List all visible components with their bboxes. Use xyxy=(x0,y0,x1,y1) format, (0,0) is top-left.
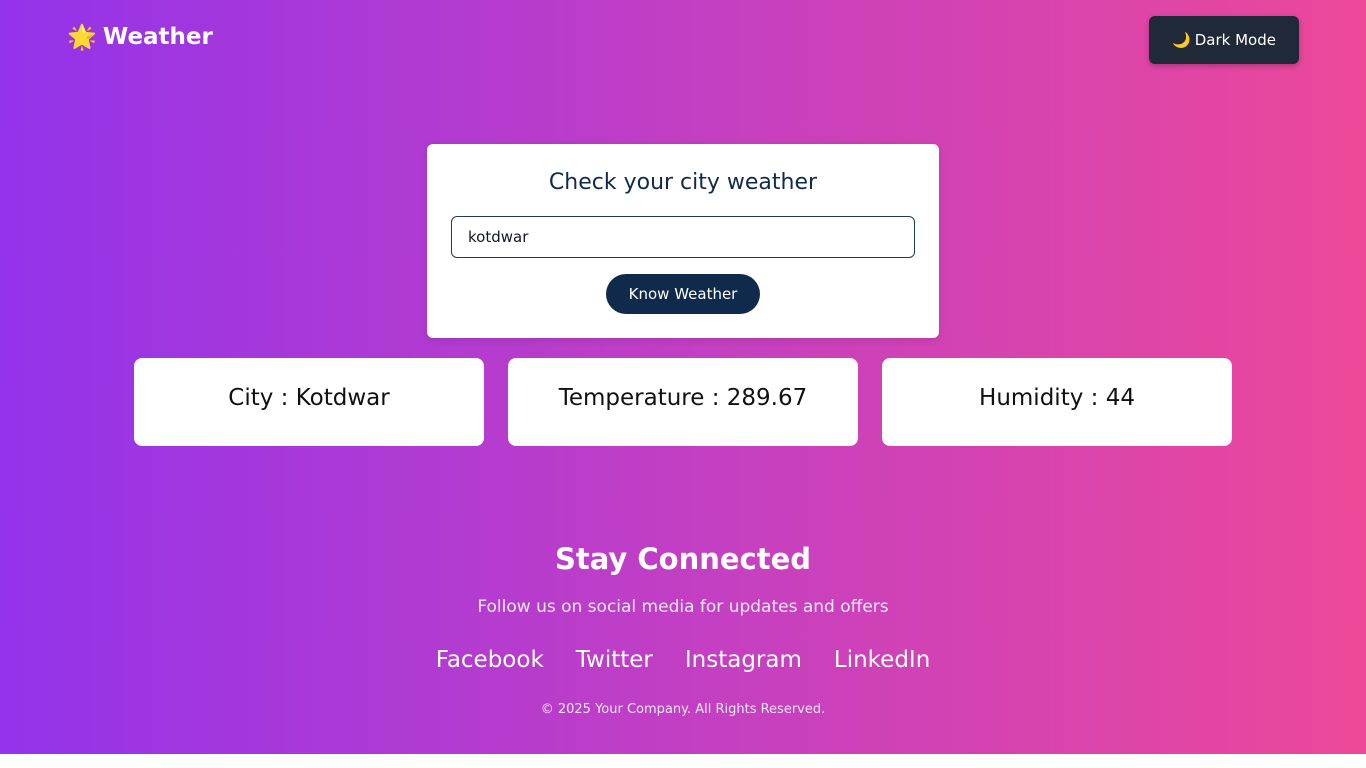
page-background: 🌟 Weather 🌙 Dark Mode Check your city we… xyxy=(0,0,1366,754)
brand-title: Weather xyxy=(102,24,213,50)
twitter-link[interactable]: Twitter xyxy=(576,647,653,673)
city-card: City : Kotdwar xyxy=(134,358,484,446)
moon-icon: 🌙 xyxy=(1172,31,1191,49)
search-card: Check your city weather Know Weather xyxy=(427,144,939,338)
linkedin-link[interactable]: LinkedIn xyxy=(834,647,930,673)
footer-subtitle: Follow us on social media for updates an… xyxy=(477,597,889,617)
footer-title: Stay Connected xyxy=(554,542,812,576)
dark-mode-label: Dark Mode xyxy=(1194,31,1276,49)
dark-mode-button[interactable]: 🌙 Dark Mode xyxy=(1149,16,1299,64)
star-icon: 🌟 xyxy=(67,23,97,51)
humidity-card: Humidity : 44 xyxy=(882,358,1232,446)
search-title: Check your city weather xyxy=(548,170,818,195)
humidity-value: Humidity : 44 xyxy=(979,385,1135,411)
instagram-link[interactable]: Instagram xyxy=(685,647,802,673)
social-links: Facebook Twitter Instagram LinkedIn xyxy=(0,647,1366,673)
facebook-link[interactable]: Facebook xyxy=(436,647,544,673)
city-input[interactable] xyxy=(451,216,915,258)
city-value: City : Kotdwar xyxy=(228,385,390,411)
temperature-value: Temperature : 289.67 xyxy=(558,385,808,411)
copyright: © 2025 Your Company. All Rights Reserved… xyxy=(540,702,826,717)
know-weather-button[interactable]: Know Weather xyxy=(606,274,760,314)
temperature-card: Temperature : 289.67 xyxy=(508,358,858,446)
brand[interactable]: 🌟 Weather xyxy=(67,24,213,50)
navbar: 🌟 Weather 🌙 Dark Mode xyxy=(0,0,1366,80)
